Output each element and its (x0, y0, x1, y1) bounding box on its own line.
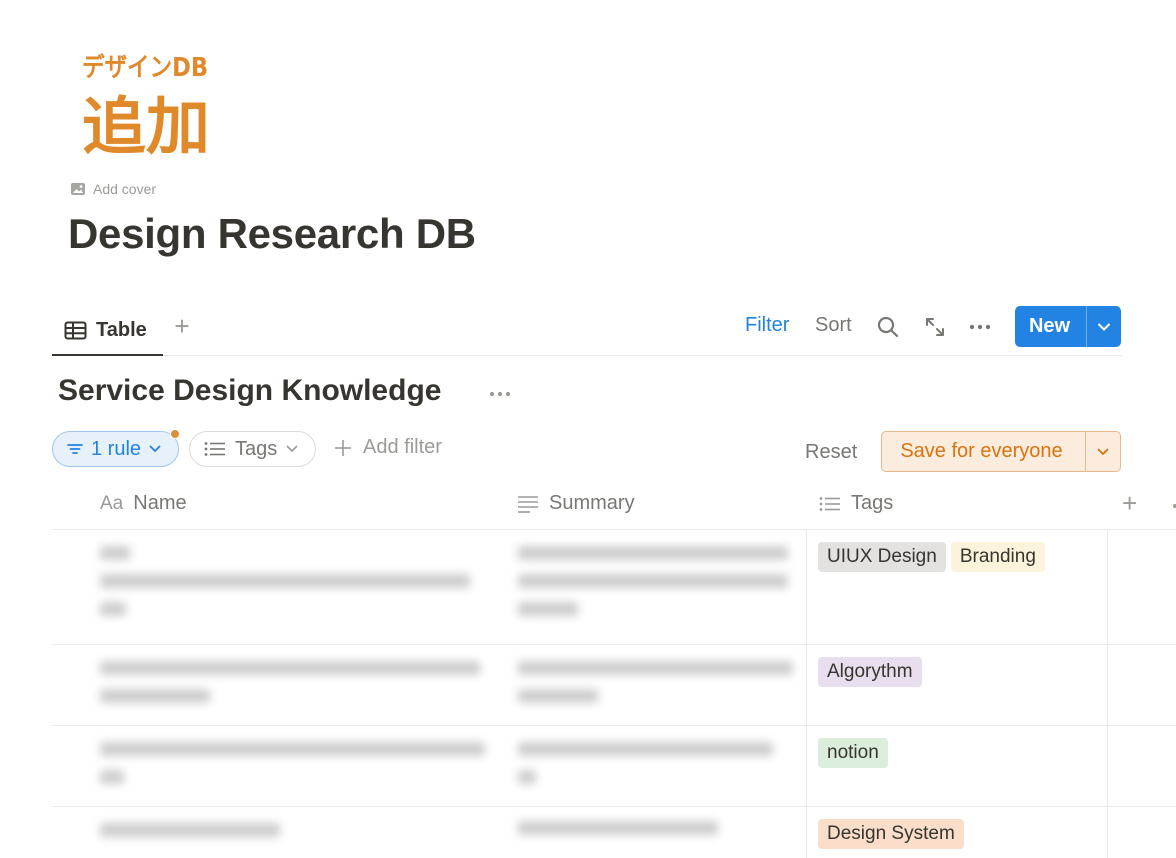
save-for-everyone-button[interactable]: Save for everyone (881, 431, 1121, 472)
add-view-button[interactable]: + (170, 313, 194, 339)
chevron-down-icon (1097, 448, 1109, 455)
tag-pill: notion (818, 738, 888, 768)
tab-table-label: Table (96, 318, 147, 341)
table-row[interactable]: Algorythm (52, 645, 1176, 726)
tags-cell[interactable]: Algorythm (806, 645, 1108, 725)
more-options-icon[interactable] (967, 314, 993, 340)
column-summary-label: Summary (549, 492, 635, 514)
more-options-icon[interactable] (1170, 496, 1176, 516)
page-title[interactable]: Design Research DB (68, 210, 476, 258)
list-icon (204, 442, 225, 456)
chevron-down-icon (149, 445, 161, 453)
column-header-tags[interactable]: Tags (819, 492, 893, 515)
add-cover-label: Add cover (93, 181, 157, 197)
table-row[interactable]: Design System (52, 807, 1176, 858)
image-icon (71, 183, 85, 195)
summary-cell-blurred[interactable] (518, 742, 798, 798)
database-more-icon[interactable] (488, 388, 512, 400)
tags-cell[interactable]: notion (806, 726, 1108, 806)
add-property-button[interactable]: + (1122, 488, 1137, 519)
expand-icon[interactable] (922, 314, 948, 340)
filter-rule-label: 1 rule (91, 437, 142, 460)
chevron-down-icon (286, 445, 298, 453)
page-icon-logo[interactable]: デザインDB 追加 (78, 26, 218, 156)
reset-button[interactable]: Reset (805, 441, 857, 464)
add-filter-label: Add filter (363, 436, 442, 458)
save-dropdown-button[interactable] (1085, 432, 1120, 471)
text-property-icon: Aa (100, 492, 124, 514)
new-button[interactable]: New (1015, 306, 1121, 347)
tags-cell[interactable]: UIUX Design Branding (806, 530, 1108, 644)
name-cell-blurred[interactable] (100, 742, 485, 798)
summary-cell-blurred[interactable] (518, 821, 798, 849)
tag-pill: Algorythm (818, 657, 922, 687)
unsaved-indicator-dot (170, 429, 180, 439)
view-toolbar: Table + Filter Sort New (52, 306, 1122, 356)
tags-filter-label: Tags (235, 437, 278, 460)
logo-line2: 追加 (82, 90, 210, 156)
tags-filter-chip[interactable]: Tags (189, 431, 316, 467)
plus-icon (335, 439, 351, 456)
table-row[interactable]: notion (52, 726, 1176, 807)
add-filter-button[interactable]: Add filter (333, 436, 442, 459)
summary-cell-blurred[interactable] (518, 661, 798, 717)
filter-rule-chip[interactable]: 1 rule (52, 429, 180, 467)
name-cell-blurred[interactable] (100, 546, 480, 630)
name-cell-blurred[interactable] (100, 823, 480, 851)
new-dropdown-button[interactable] (1086, 306, 1121, 347)
column-header-summary[interactable]: Summary (517, 492, 635, 515)
filter-icon (67, 444, 83, 454)
summary-cell-blurred[interactable] (518, 546, 798, 630)
column-header-name[interactable]: Aa Name (100, 492, 187, 515)
database-title[interactable]: Service Design Knowledge (58, 374, 441, 408)
column-name-label: Name (133, 492, 187, 514)
sort-button[interactable]: Sort (815, 314, 852, 337)
new-button-label: New (1028, 315, 1071, 337)
text-lines-icon (518, 495, 538, 513)
tab-table[interactable]: Table (52, 306, 163, 356)
name-cell-blurred[interactable] (100, 661, 480, 717)
table-icon (64, 321, 87, 339)
search-icon[interactable] (875, 314, 901, 340)
tag-pill: UIUX Design (818, 542, 946, 572)
list-icon (819, 496, 840, 511)
tag-pill: Branding (950, 542, 1045, 572)
tag-pill: Design System (818, 819, 964, 849)
table-header: Aa Name Summary Tags + (52, 482, 1176, 530)
table-row[interactable]: UIUX Design Branding (52, 530, 1176, 645)
save-for-everyone-label: Save for everyone (900, 440, 1063, 462)
filter-button[interactable]: Filter (745, 314, 789, 337)
chevron-down-icon (1098, 323, 1110, 331)
tags-cell[interactable]: Design System (806, 807, 1108, 858)
logo-line1: デザインDB (82, 52, 208, 83)
add-cover-button[interactable]: Add cover (70, 181, 156, 197)
column-tags-label: Tags (851, 492, 894, 514)
